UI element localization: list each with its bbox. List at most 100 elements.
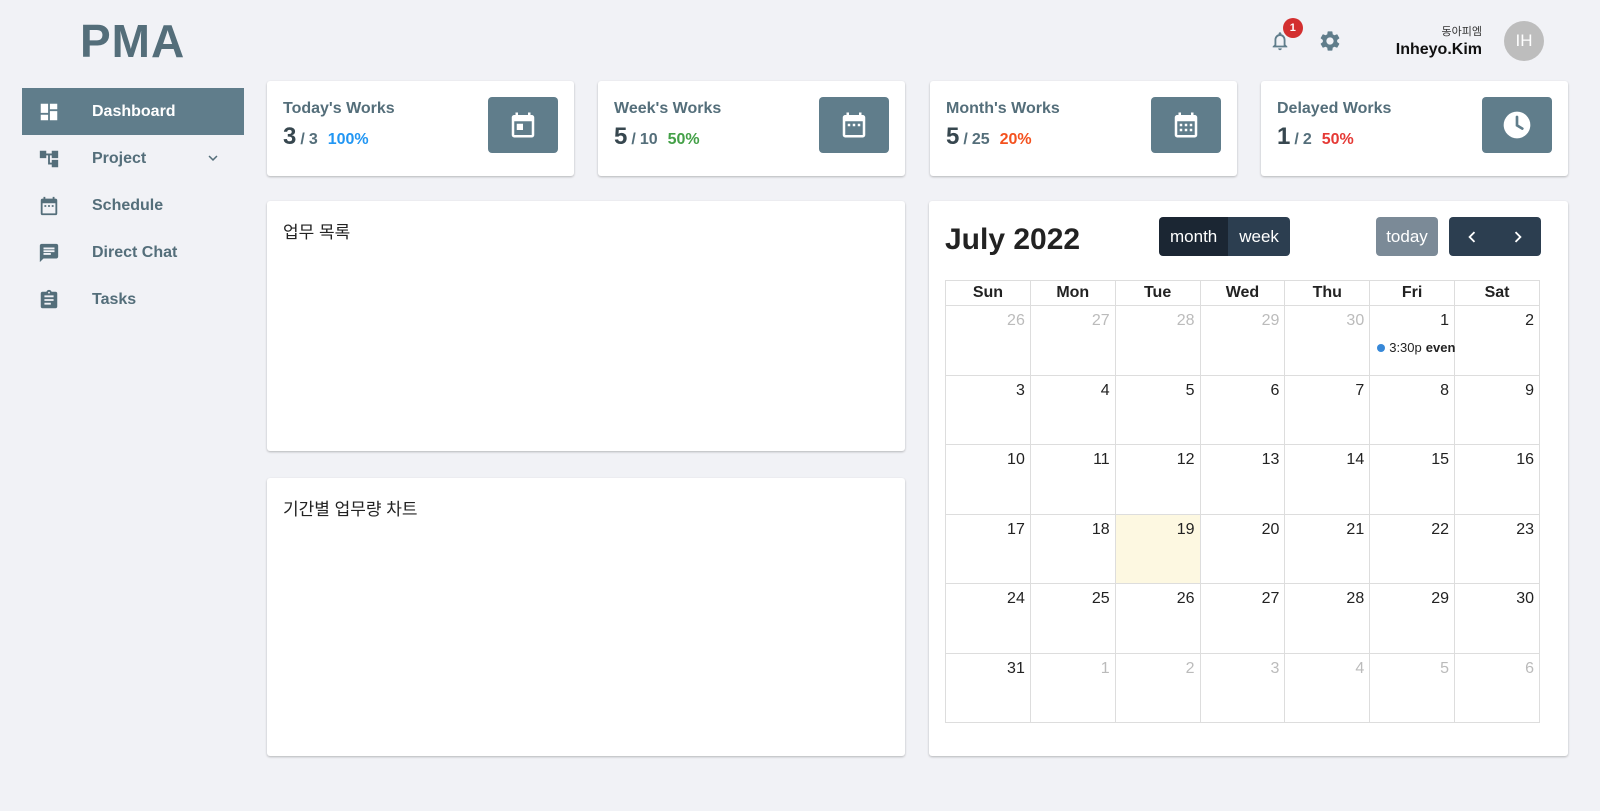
day-number[interactable]: 20 <box>1262 521 1280 538</box>
calendar-day-cell[interactable]: 10 <box>945 444 1031 515</box>
calendar-day-cell[interactable]: 7 <box>1284 374 1371 445</box>
day-number[interactable]: 25 <box>1092 590 1110 607</box>
day-number[interactable]: 26 <box>1177 590 1195 607</box>
calendar-day-cell[interactable]: 27 <box>1029 305 1116 376</box>
calendar-day-cell[interactable]: 3 <box>1199 652 1286 723</box>
day-number[interactable]: 22 <box>1431 521 1449 538</box>
calendar-day-cell[interactable]: 2 <box>1454 305 1540 376</box>
calendar-day-cell[interactable]: 8 <box>1369 374 1456 445</box>
calendar-day-cell[interactable]: 29 <box>1369 583 1456 654</box>
sidebar-item-project[interactable]: Project <box>22 135 244 182</box>
month-view-button[interactable]: month <box>1159 217 1229 256</box>
calendar-day-cell[interactable]: 5 <box>1369 652 1456 723</box>
day-number[interactable]: 15 <box>1431 451 1449 468</box>
calendar-day-cell[interactable]: 17 <box>945 513 1031 584</box>
calendar-day-cell[interactable]: 6 <box>1199 374 1286 445</box>
user-info[interactable]: 동아피엠 Inheyo.Kim <box>1396 23 1482 59</box>
calendar-day-cell[interactable]: 31 <box>945 652 1031 723</box>
calendar-day-cell[interactable]: 24 <box>945 583 1031 654</box>
day-number[interactable]: 24 <box>1007 590 1025 607</box>
day-number[interactable]: 16 <box>1516 451 1534 468</box>
day-number[interactable]: 28 <box>1346 590 1364 607</box>
avatar[interactable]: IH <box>1504 21 1544 61</box>
calendar-event[interactable]: 3:30p even <box>1377 340 1456 355</box>
week-view-button[interactable]: week <box>1228 217 1290 256</box>
day-number[interactable]: 26 <box>1007 312 1025 329</box>
day-number[interactable]: 13 <box>1262 451 1280 468</box>
day-number[interactable]: 4 <box>1101 382 1110 399</box>
day-number[interactable]: 9 <box>1525 382 1534 399</box>
calendar-day-cell[interactable]: 23 <box>1454 513 1540 584</box>
day-number[interactable]: 8 <box>1440 382 1449 399</box>
day-number[interactable]: 21 <box>1346 521 1364 538</box>
next-month-button[interactable] <box>1495 217 1541 256</box>
day-number[interactable]: 19 <box>1177 521 1195 538</box>
day-number[interactable]: 7 <box>1355 382 1364 399</box>
day-number[interactable]: 5 <box>1440 660 1449 677</box>
day-number[interactable]: 2 <box>1525 312 1534 329</box>
calendar-day-cell[interactable]: 15 <box>1369 444 1456 515</box>
day-number[interactable]: 29 <box>1431 590 1449 607</box>
app-logo[interactable]: PMA <box>80 14 185 68</box>
day-number[interactable]: 27 <box>1262 590 1280 607</box>
calendar-day-cell[interactable]: 25 <box>1029 583 1116 654</box>
day-number[interactable]: 31 <box>1007 660 1025 677</box>
prev-month-button[interactable] <box>1449 217 1495 256</box>
day-number[interactable]: 30 <box>1516 590 1534 607</box>
day-number[interactable]: 27 <box>1092 312 1110 329</box>
day-number[interactable]: 23 <box>1516 521 1534 538</box>
calendar-day-cell[interactable]: 27 <box>1199 583 1286 654</box>
day-number[interactable]: 6 <box>1525 660 1534 677</box>
calendar-day-cell[interactable]: 16 <box>1454 444 1540 515</box>
day-number[interactable]: 11 <box>1093 451 1110 468</box>
calendar-day-cell[interactable]: 5 <box>1114 374 1201 445</box>
calendar-day-cell[interactable]: 18 <box>1029 513 1116 584</box>
calendar-day-cell[interactable]: 29 <box>1199 305 1286 376</box>
day-number[interactable]: 3 <box>1016 382 1025 399</box>
calendar-day-cell[interactable]: 3 <box>945 374 1031 445</box>
calendar-day-cell[interactable]: 6 <box>1454 652 1540 723</box>
calendar-day-cell[interactable]: 11 <box>1029 444 1116 515</box>
day-number[interactable]: 30 <box>1346 312 1364 329</box>
calendar-day-cell[interactable]: 2 <box>1114 652 1201 723</box>
today-button[interactable]: today <box>1376 217 1438 256</box>
calendar-day-cell[interactable]: 26 <box>1114 583 1201 654</box>
chevron-down-icon[interactable] <box>204 149 222 172</box>
calendar-day-cell[interactable]: 30 <box>1284 305 1371 376</box>
day-number[interactable]: 5 <box>1186 382 1195 399</box>
notifications-button[interactable]: 1 <box>1266 18 1303 55</box>
day-number[interactable]: 28 <box>1177 312 1195 329</box>
calendar-day-cell[interactable]: 20 <box>1199 513 1286 584</box>
day-number[interactable]: 3 <box>1270 660 1279 677</box>
day-number[interactable]: 14 <box>1346 451 1364 468</box>
calendar-day-cell[interactable]: 30 <box>1454 583 1540 654</box>
calendar-day-cell[interactable]: 21 <box>1284 513 1371 584</box>
day-number[interactable]: 10 <box>1007 451 1025 468</box>
day-number[interactable]: 18 <box>1092 521 1110 538</box>
calendar-day-cell[interactable]: 22 <box>1369 513 1456 584</box>
day-number[interactable]: 12 <box>1177 451 1195 468</box>
calendar-day-cell[interactable]: 28 <box>1114 305 1201 376</box>
day-number[interactable]: 29 <box>1262 312 1280 329</box>
sidebar-item-direct-chat[interactable]: Direct Chat <box>22 229 244 276</box>
sidebar-item-tasks[interactable]: Tasks <box>22 276 244 323</box>
calendar-day-cell[interactable]: 12 <box>1114 444 1201 515</box>
calendar-day-cell[interactable]: 4 <box>1029 374 1116 445</box>
day-number[interactable]: 2 <box>1186 660 1195 677</box>
calendar-day-cell[interactable]: 4 <box>1284 652 1371 723</box>
calendar-day-cell[interactable]: 1 3:30p even <box>1369 305 1456 376</box>
day-number[interactable]: 4 <box>1355 660 1364 677</box>
day-number[interactable]: 1 <box>1440 312 1449 329</box>
calendar-day-cell[interactable]: 28 <box>1284 583 1371 654</box>
settings-button[interactable] <box>1316 27 1344 55</box>
day-number[interactable]: 1 <box>1101 660 1110 677</box>
calendar-day-cell[interactable]: 19 <box>1114 513 1201 584</box>
calendar-day-cell[interactable]: 13 <box>1199 444 1286 515</box>
sidebar-item-dashboard[interactable]: Dashboard <box>22 88 244 135</box>
day-number[interactable]: 6 <box>1270 382 1279 399</box>
calendar-day-cell[interactable]: 14 <box>1284 444 1371 515</box>
calendar-day-cell[interactable]: 9 <box>1454 374 1540 445</box>
day-number[interactable]: 17 <box>1007 521 1025 538</box>
sidebar-item-schedule[interactable]: Schedule <box>22 182 244 229</box>
calendar-day-cell[interactable]: 26 <box>945 305 1031 376</box>
